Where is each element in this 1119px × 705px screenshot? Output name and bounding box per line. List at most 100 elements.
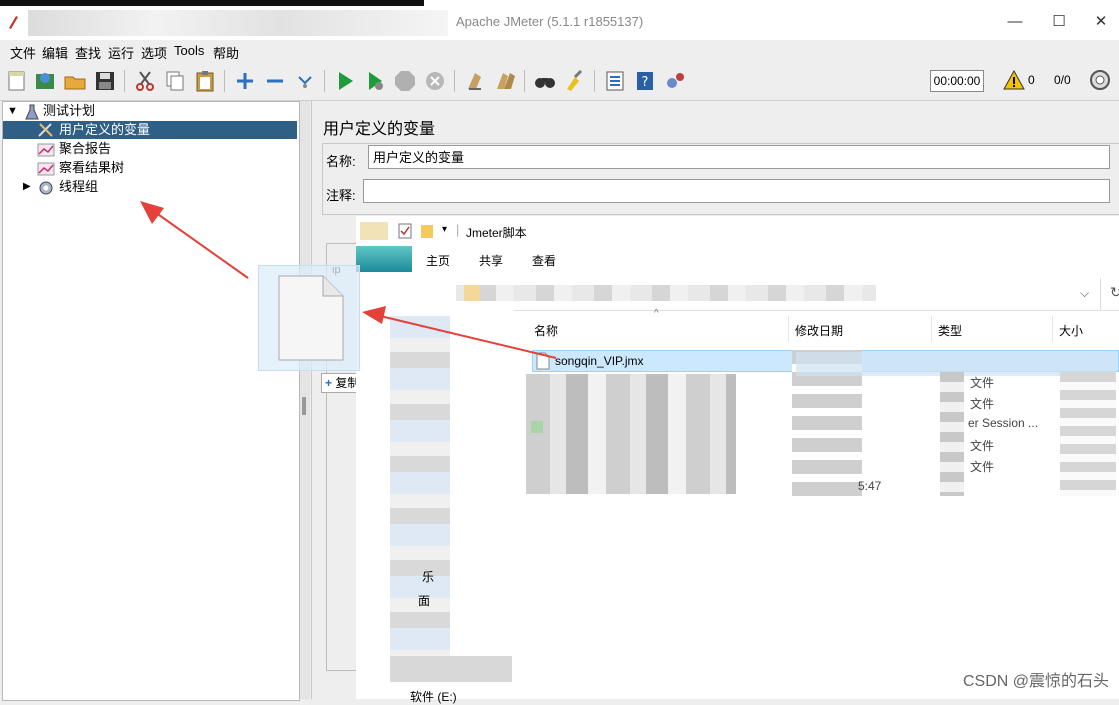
toolbar-separator (594, 70, 595, 92)
column-type[interactable]: 类型 (938, 322, 962, 339)
copy-icon[interactable] (163, 69, 187, 93)
name-field[interactable]: 用户定义的变量 (368, 145, 1110, 169)
dragged-file-icon (278, 275, 344, 361)
help-icon[interactable]: ? (633, 69, 657, 93)
file-tab-blur[interactable] (356, 246, 412, 272)
properties-icon[interactable] (398, 223, 412, 239)
shutdown-icon[interactable] (423, 69, 447, 93)
file-explorer-window: ▾ | Jmeter脚本 主页 共享 查看 ⌵ ↻ 乐 面 软件 (E:) ^ … (356, 216, 1119, 704)
address-folder-blur (464, 285, 480, 301)
column-divider (931, 316, 932, 342)
column-divider (1052, 316, 1053, 342)
rows-blur-sizes (1060, 372, 1116, 496)
new-icon[interactable] (5, 69, 29, 93)
panel-title: 用户定义的变量 (323, 121, 436, 138)
cell-type-2: 文件 (970, 397, 995, 411)
reset-search-icon[interactable] (563, 69, 587, 93)
cell-type-5: 文件 (970, 460, 995, 474)
drive-e-item[interactable]: 软件 (E:) (410, 688, 457, 705)
menu-bar: 文件 编辑 查找 运行 选项 Tools 帮助 (0, 40, 1119, 62)
csdn-watermark: CSDN @震惊的石头 (962, 673, 1109, 690)
graph-icon (37, 143, 55, 157)
folder-icon[interactable] (420, 223, 434, 239)
warning-count: 0 (1028, 73, 1035, 87)
collapse-all-icon[interactable] (263, 69, 287, 93)
graph-icon (37, 162, 55, 176)
toolbar-separator (324, 70, 325, 92)
cell-type-3: er Session ... (968, 416, 1039, 430)
tab-home[interactable]: 主页 (426, 252, 450, 269)
clear-all-icon[interactable] (493, 69, 517, 93)
comment-field[interactable] (363, 179, 1110, 203)
tree-item-aggregate-report[interactable]: 聚合报告 (59, 140, 111, 158)
qa-blur (360, 222, 388, 240)
cell-date-fragment: 5:47 (858, 479, 882, 493)
refresh-icon[interactable]: ↻ (1110, 284, 1119, 301)
name-label: 名称: (326, 154, 356, 169)
search-icon[interactable] (533, 69, 557, 93)
toggle-icon[interactable] (293, 69, 317, 93)
open-icon[interactable] (63, 69, 87, 93)
expand-toggle-icon[interactable]: ▶ (23, 178, 31, 196)
nav-fragment-2: 面 (418, 594, 431, 608)
comment-label: 注释: (326, 188, 356, 203)
toolbar-separator (124, 70, 125, 92)
tree-root-test-plan[interactable]: 测试计划 (43, 102, 95, 120)
title-bar-edge (0, 0, 424, 6)
function-helper-icon[interactable] (603, 69, 627, 93)
nav-fragment-1: 乐 (422, 570, 435, 584)
tree-item-user-defined-vars[interactable]: 用户定义的变量 (3, 121, 297, 139)
rows-blur-icon (531, 421, 543, 433)
column-divider (788, 316, 789, 342)
sort-arrow-icon: ^ (654, 308, 659, 319)
column-modified[interactable]: 修改日期 (795, 322, 843, 339)
save-icon[interactable] (93, 69, 117, 93)
plus-icon: + (325, 376, 333, 390)
maximize-button[interactable]: ☐ (1044, 10, 1074, 34)
warning-icon[interactable] (1003, 70, 1025, 90)
paste-icon[interactable] (193, 69, 217, 93)
menu-run[interactable]: 运行 (108, 43, 134, 62)
menu-find[interactable]: 查找 (75, 43, 101, 62)
templates-icon[interactable] (33, 69, 57, 93)
clear-icon[interactable] (463, 69, 487, 93)
tree-item-view-results-tree[interactable]: 察看结果树 (59, 159, 124, 177)
toolbar-separator (524, 70, 525, 92)
close-button[interactable]: ✕ (1086, 10, 1116, 34)
tree-item-thread-group[interactable]: 线程组 (59, 178, 98, 196)
tab-view[interactable]: 查看 (532, 252, 556, 269)
toolbar-separator (454, 70, 455, 92)
explorer-title: Jmeter脚本 (466, 226, 527, 240)
activity-icon (1090, 70, 1110, 90)
menu-file[interactable]: 文件 (10, 43, 36, 62)
cut-icon[interactable] (133, 69, 157, 93)
column-name[interactable]: 名称 (534, 322, 558, 339)
start-icon[interactable] (333, 69, 357, 93)
rows-blur-types (940, 372, 964, 496)
menu-options[interactable]: 选项 (141, 43, 167, 62)
wrench-icon (38, 123, 53, 137)
toolbar-separator (224, 70, 225, 92)
tab-share[interactable]: 共享 (479, 252, 503, 269)
menu-tools[interactable]: Tools (174, 43, 204, 58)
redacted-title-area (28, 10, 448, 36)
expand-all-icon[interactable] (233, 69, 257, 93)
start-no-pauses-icon[interactable] (363, 69, 387, 93)
thread-count: 0/0 (1054, 73, 1071, 87)
split-pane-divider[interactable] (300, 101, 310, 699)
minimize-button[interactable]: — (1000, 10, 1030, 34)
qa-dropdown-icon[interactable]: ▾ (442, 224, 447, 235)
menu-edit[interactable]: 编辑 (42, 43, 68, 62)
toolbar: ? 00:00:00 0 0/0 (0, 62, 1119, 101)
address-dropdown-icon[interactable]: ⌵ (1080, 286, 1089, 301)
remote-icon[interactable] (663, 69, 687, 93)
collapse-toggle-icon[interactable]: ▼ (7, 102, 18, 120)
stop-icon[interactable] (393, 69, 417, 93)
gear-icon (39, 181, 53, 195)
column-size[interactable]: 大小 (1059, 322, 1083, 339)
file-name-selected[interactable]: songqin_VIP.jmx (555, 354, 644, 368)
flask-icon (25, 104, 39, 120)
menu-help[interactable]: 帮助 (213, 43, 239, 62)
cell-type-1: 文件 (970, 376, 995, 390)
elapsed-timer: 00:00:00 (930, 70, 984, 92)
